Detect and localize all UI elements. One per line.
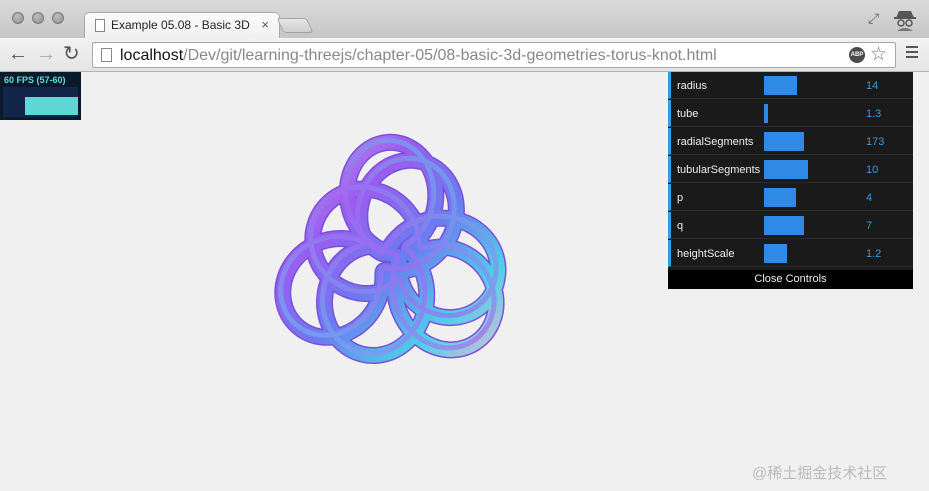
control-row-radius: radius 14 bbox=[668, 72, 913, 99]
control-slider-fill bbox=[764, 132, 804, 151]
address-bar[interactable]: localhost/Dev/git/learning-threejs/chapt… bbox=[92, 42, 896, 68]
zoom-window-button[interactable] bbox=[52, 12, 64, 24]
control-value-input[interactable]: 4 bbox=[866, 192, 872, 204]
control-label: heightScale bbox=[677, 248, 735, 260]
control-label: tubularSegments bbox=[677, 164, 761, 176]
control-row-p: p4 bbox=[668, 184, 913, 211]
fullscreen-icon[interactable]: ⤢ bbox=[868, 10, 879, 27]
control-value-input[interactable]: 14 bbox=[866, 80, 878, 92]
control-label: radialSegments bbox=[677, 136, 754, 148]
control-slider[interactable] bbox=[764, 160, 852, 179]
tab-title: Example 05.08 - Basic 3D bbox=[111, 18, 250, 32]
control-label: tube bbox=[677, 108, 699, 120]
menu-icon[interactable] bbox=[906, 46, 918, 61]
controls-panel: radius 14 tube 1.3 radialSegments 173 tubularS… bbox=[668, 72, 913, 289]
control-label: radius bbox=[677, 80, 707, 92]
control-row-radialsegments: radialSegments 173 bbox=[668, 128, 913, 155]
reload-icon[interactable]: ↻ bbox=[63, 43, 80, 65]
control-slider-fill bbox=[764, 160, 808, 179]
forward-arrow-icon[interactable]: → bbox=[36, 43, 56, 65]
control-slider[interactable] bbox=[764, 216, 852, 235]
control-slider-fill bbox=[764, 76, 797, 95]
control-value-input[interactable]: 1.2 bbox=[866, 248, 881, 260]
minimize-window-button[interactable] bbox=[32, 12, 44, 24]
browser-title-bar: Example 05.08 - Basic 3D × ⤢ bbox=[0, 0, 929, 39]
control-slider-fill bbox=[764, 188, 796, 207]
control-value-input[interactable]: 173 bbox=[866, 136, 884, 148]
control-label: q bbox=[677, 220, 684, 232]
torus-knot-mesh bbox=[274, 133, 507, 364]
control-slider[interactable] bbox=[764, 132, 852, 151]
page-icon bbox=[95, 19, 105, 32]
control-row-q: q7 bbox=[668, 212, 913, 239]
browser-toolbar: ← → ↻ localhost/Dev/git/learning-threejs… bbox=[0, 38, 929, 72]
page-icon bbox=[101, 48, 112, 62]
tab-close-icon[interactable]: × bbox=[261, 17, 269, 32]
control-row-tube: tube 1.3 bbox=[668, 100, 913, 127]
control-slider-fill bbox=[764, 104, 768, 123]
control-slider-fill bbox=[764, 216, 804, 235]
control-value-input[interactable]: 1.3 bbox=[866, 108, 881, 120]
new-tab-button[interactable] bbox=[276, 18, 314, 33]
control-value-input[interactable]: 7 bbox=[866, 220, 872, 232]
url-text[interactable]: localhost/Dev/git/learning-threejs/chapt… bbox=[120, 47, 717, 65]
control-slider[interactable] bbox=[764, 104, 852, 123]
close-window-button[interactable] bbox=[12, 12, 24, 24]
control-label: p bbox=[677, 192, 684, 204]
control-value-input[interactable]: 10 bbox=[866, 164, 878, 176]
control-slider[interactable] bbox=[764, 188, 852, 207]
adblock-icon[interactable]: ABP bbox=[849, 47, 865, 63]
bookmark-star-icon[interactable]: ☆ bbox=[870, 44, 887, 66]
control-slider[interactable] bbox=[764, 244, 852, 263]
watermark: @稀土掘金技术社区 bbox=[752, 465, 888, 482]
control-slider-fill bbox=[764, 244, 787, 263]
control-row-heightscale: heightScale 1.2 bbox=[668, 240, 913, 267]
close-controls-button[interactable]: Close Controls bbox=[668, 270, 913, 289]
back-arrow-icon[interactable]: ← bbox=[8, 43, 28, 65]
incognito-profile-icon[interactable] bbox=[892, 6, 918, 32]
control-row-tubularsegments: tubularSegments 10 bbox=[668, 156, 913, 183]
browser-tab[interactable]: Example 05.08 - Basic 3D × bbox=[84, 12, 280, 39]
control-slider[interactable] bbox=[764, 76, 852, 95]
